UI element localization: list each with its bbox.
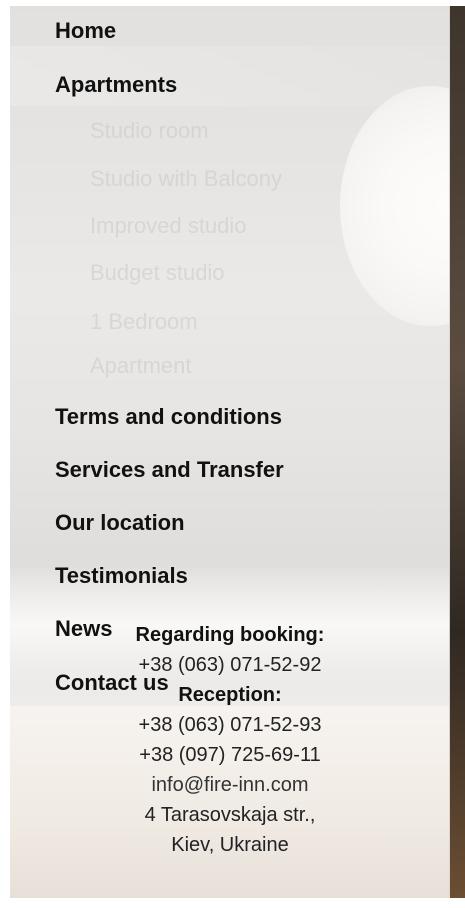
nav-item-apartments[interactable]: Apartments: [55, 72, 177, 98]
nav-item-home[interactable]: Home: [55, 18, 116, 44]
address-line-2: Kiev, Ukraine: [171, 834, 289, 856]
subnav-item-1-bedroom[interactable]: 1 Bedroom: [90, 309, 198, 335]
background-edge: [449, 6, 465, 898]
subnav-item-studio-with-balcony[interactable]: Studio with Balcony: [90, 166, 282, 192]
subnav-item-studio-room[interactable]: Studio room: [90, 118, 209, 144]
booking-heading: Regarding booking:: [135, 624, 325, 646]
reception-phone-2[interactable]: +38 (097) 725-69-11: [30, 740, 430, 770]
nav-item-services[interactable]: Services and Transfer: [55, 457, 284, 483]
nav-item-location[interactable]: Our location: [55, 510, 185, 536]
address-line-1: 4 Tarasovskaja str.,: [144, 804, 316, 826]
reception-phone-1[interactable]: +38 (063) 071-52-93: [30, 710, 430, 740]
reception-heading: Reception:: [178, 684, 282, 706]
subnav-item-improved-studio[interactable]: Improved studio: [90, 213, 247, 239]
mobile-menu-screen: Home Apartments Studio room Studio with …: [0, 0, 465, 908]
email-link[interactable]: info@fire-inn.com: [30, 770, 430, 800]
booking-phone[interactable]: +38 (063) 071-52-92: [30, 650, 430, 680]
nav-item-testimonials[interactable]: Testimonials: [55, 563, 188, 589]
nav-item-terms[interactable]: Terms and conditions: [55, 404, 282, 430]
contact-info: Regarding booking: +38 (063) 071-52-92 R…: [30, 620, 430, 860]
subnav-item-budget-studio[interactable]: Budget studio: [90, 260, 225, 286]
subnav-item-apartment[interactable]: Apartment: [90, 353, 192, 379]
